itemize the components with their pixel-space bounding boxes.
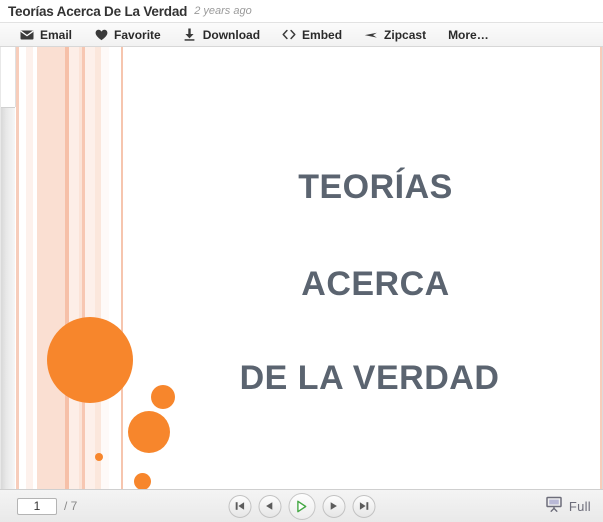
skip-forward-icon bbox=[359, 502, 368, 510]
zipcast-label: Zipcast bbox=[384, 27, 427, 42]
viewer-header: Teorías Acerca De La Verdad 2 years ago bbox=[0, 0, 603, 22]
action-toolbar: Email Favorite Download Embed Zipcast Mo… bbox=[0, 22, 603, 47]
slide-stripe bbox=[82, 47, 85, 489]
navigation-buttons bbox=[228, 492, 375, 520]
slide-heading-line-3: DE LA VERDAD bbox=[239, 359, 500, 397]
next-slide-button[interactable] bbox=[322, 494, 345, 518]
slide-stripe bbox=[69, 47, 79, 489]
slide-stripe bbox=[26, 47, 33, 489]
download-label: Download bbox=[202, 27, 261, 42]
more-label: More… bbox=[448, 27, 489, 42]
previous-slide-button[interactable] bbox=[258, 494, 281, 518]
upload-timestamp: 2 years ago bbox=[194, 5, 252, 17]
zipcast-button[interactable]: Zipcast bbox=[364, 28, 426, 42]
left-rail-gap bbox=[1, 47, 16, 107]
slide-stripe bbox=[79, 47, 82, 489]
slide-stripe bbox=[121, 47, 123, 489]
next-icon bbox=[330, 502, 337, 510]
download-button[interactable]: Download bbox=[183, 28, 260, 42]
play-icon bbox=[297, 500, 307, 512]
slide-stripe bbox=[101, 47, 109, 489]
slide-stripe bbox=[85, 47, 95, 489]
left-panel-edge[interactable] bbox=[1, 107, 15, 489]
skip-back-icon bbox=[235, 502, 244, 510]
envelope-icon bbox=[20, 28, 34, 42]
favorite-button[interactable]: Favorite bbox=[94, 28, 161, 42]
slide-heading-line-1: TEORÍAS bbox=[298, 168, 453, 206]
embed-button[interactable]: Embed bbox=[282, 28, 342, 42]
email-label: Email bbox=[40, 27, 73, 42]
projector-screen-icon bbox=[545, 495, 563, 518]
code-brackets-icon bbox=[282, 28, 296, 42]
slideshow-viewer: Teorías Acerca De La Verdad 2 years ago … bbox=[0, 0, 603, 522]
download-icon bbox=[183, 28, 197, 42]
zipcast-icon bbox=[364, 28, 378, 42]
slide-stripe bbox=[16, 47, 19, 489]
play-button[interactable] bbox=[288, 492, 315, 520]
page-number-input[interactable] bbox=[17, 497, 57, 515]
slide-stripe-decoration bbox=[16, 47, 134, 489]
slide-circle bbox=[47, 317, 133, 403]
heart-icon bbox=[94, 28, 108, 42]
fullscreen-button[interactable]: Full bbox=[545, 495, 591, 518]
player-controls: / 7 bbox=[0, 489, 603, 522]
page-title: Teorías Acerca De La Verdad bbox=[8, 3, 188, 19]
slide-circle bbox=[95, 453, 103, 461]
page-total-label: / 7 bbox=[64, 499, 78, 513]
email-button[interactable]: Email bbox=[20, 28, 72, 42]
slide-stripe bbox=[65, 47, 69, 489]
last-slide-button[interactable] bbox=[352, 494, 375, 518]
slide-stripe bbox=[37, 47, 65, 489]
slide-text-block: TEORÍAS ACERCA DE LA VERDAD bbox=[134, 47, 589, 489]
slide-heading-line-2: ACERCA bbox=[301, 265, 450, 303]
first-slide-button[interactable] bbox=[228, 494, 251, 518]
current-slide[interactable]: TEORÍAS ACERCA DE LA VERDAD bbox=[16, 47, 603, 489]
page-indicator: / 7 bbox=[17, 497, 78, 515]
embed-label: Embed bbox=[302, 27, 343, 42]
slide-stage: TEORÍAS ACERCA DE LA VERDAD bbox=[0, 47, 603, 489]
slide-stripe bbox=[95, 47, 101, 489]
previous-icon bbox=[266, 502, 273, 510]
fullscreen-label: Full bbox=[568, 498, 591, 514]
slide-stripe bbox=[33, 47, 37, 489]
more-button[interactable]: More… bbox=[448, 28, 489, 42]
favorite-label: Favorite bbox=[114, 27, 161, 42]
